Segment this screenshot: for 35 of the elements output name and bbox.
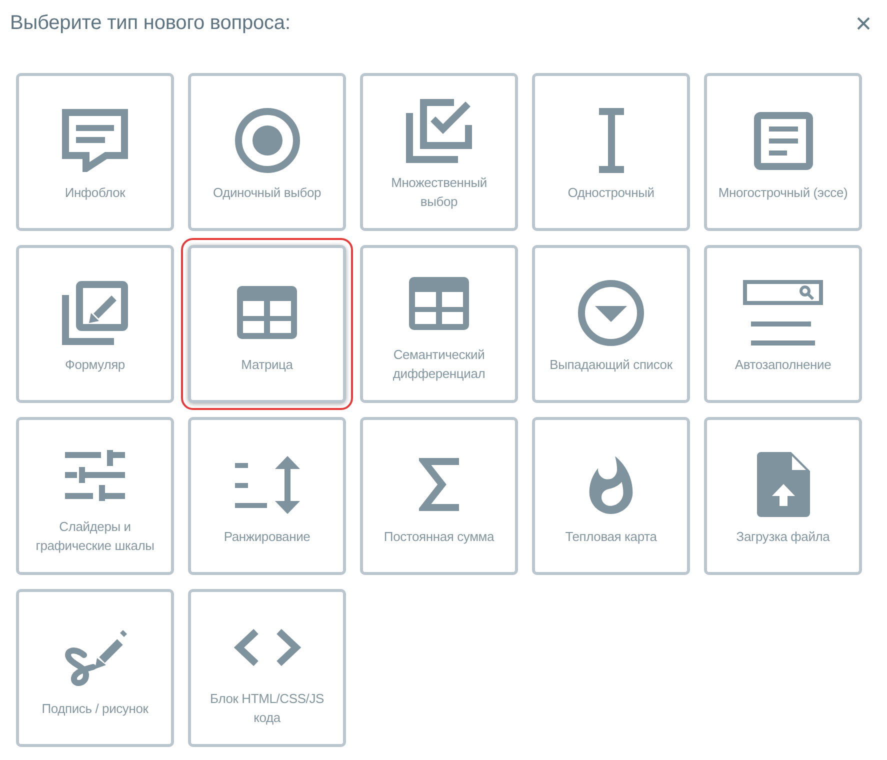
question-type-button[interactable]: Одиночный выбор [188,73,346,231]
radio-button-icon [234,108,300,173]
speech-bubble-icon [62,109,128,172]
document-lines-icon [754,112,812,170]
question-type-button[interactable]: Выпадающий список [532,245,690,403]
sigma-icon [419,458,459,511]
question-type-button[interactable]: Однострочный [532,73,690,231]
question-type-button[interactable]: Формуляр [16,245,174,403]
question-type-button[interactable]: Автозаполнение [704,245,862,403]
table-grid-icon [237,286,297,339]
close-icon [857,16,870,30]
question-type-button[interactable]: Подпись / рисунок [16,589,174,747]
question-type-button[interactable]: Ранжирование [188,417,346,575]
close-button[interactable] [857,16,870,30]
question-type-button[interactable]: Множественный выбор [360,73,518,231]
dropdown-circle-icon [578,280,644,346]
flame-icon [589,456,633,514]
question-type-button[interactable]: Постоянная сумма [360,417,518,575]
file-upload-icon [756,452,810,517]
question-type-button[interactable]: Блок HTML/CSS/JS кода [188,589,346,747]
question-type-button[interactable]: Слайдеры и графические шкалы [16,417,174,575]
text-cursor-icon [598,108,624,173]
table-grid-icon [409,276,469,330]
sort-arrows-icon [234,456,300,514]
stacked-checkbox-icon [406,99,472,163]
question-type-button[interactable]: Семантический дифференциал [360,245,518,403]
code-brackets-icon [234,628,300,666]
sliders-icon [65,450,125,500]
question-type-button[interactable]: Многострочный (эссе) [704,73,862,231]
question-type-button[interactable]: Тепловая карта [532,417,690,575]
question-type-button[interactable]: Загрузка файла [704,417,862,575]
dialog-title: Выберите тип нового вопроса: [10,12,290,34]
search-field-icon [743,280,823,346]
stacked-pencil-icon [62,280,128,344]
question-type-button[interactable]: Инфоблок [16,73,174,231]
